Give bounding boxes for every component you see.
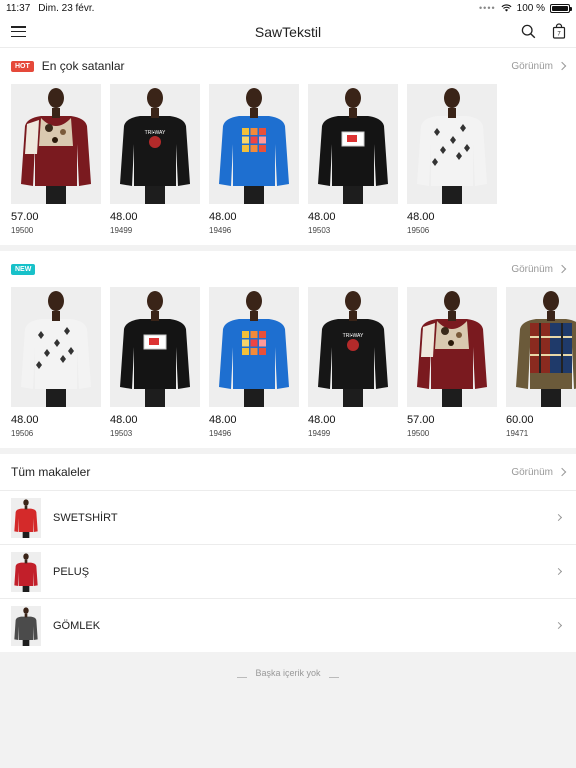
svg-text:7: 7: [557, 32, 561, 38]
product-price: 48.00: [11, 414, 39, 426]
category-thumbnail: [11, 605, 41, 646]
status-time: 11:37: [6, 2, 31, 14]
product-code: 19506: [407, 226, 430, 235]
status-bar: 11:37 Dim. 23 févr. •••• 100 %: [0, 0, 576, 16]
section-title: En çok satanlar: [41, 59, 125, 73]
product-code: 19471: [506, 429, 529, 438]
product-card[interactable]: 48.00 19506: [407, 84, 497, 235]
category-thumbnail: [11, 497, 41, 538]
chevron-right-icon: [557, 467, 567, 477]
chevron-right-icon: [554, 513, 563, 522]
category-thumbnail: [11, 551, 41, 592]
category-item[interactable]: PELUŞ: [0, 544, 576, 598]
product-card[interactable]: 48.00 19503: [110, 287, 200, 438]
view-all-link[interactable]: Görünüm: [511, 61, 567, 72]
footer-text: Başka içerik yok: [255, 668, 321, 678]
chevron-right-icon: [557, 61, 567, 71]
product-code: 19499: [308, 429, 331, 438]
status-date: Dim. 23 févr.: [38, 2, 95, 14]
product-code: 19499: [110, 226, 133, 235]
articles-section: Tüm makaleler Görünüm SWETSHİRT PELUŞ GÖ…: [0, 454, 576, 652]
product-card[interactable]: 57.00 19500: [11, 84, 101, 235]
product-price: 48.00: [110, 211, 138, 223]
bestsellers-section: HOT En çok satanlar Görünüm 57.00 19500 T…: [0, 48, 576, 245]
product-image[interactable]: [506, 287, 576, 407]
shopping-bag-icon[interactable]: 7: [552, 23, 566, 39]
product-image[interactable]: [209, 287, 299, 407]
product-card[interactable]: TRI▪WAY 48.00 19499: [110, 84, 200, 235]
product-code: 19503: [110, 429, 133, 438]
new-header: NEW Görünüm: [0, 251, 576, 287]
chevron-right-icon: [554, 621, 563, 630]
view-all-link[interactable]: Görünüm: [511, 467, 567, 478]
hot-badge: HOT: [11, 60, 34, 72]
product-card[interactable]: 60.00 19471: [506, 287, 576, 438]
product-price: 48.00: [308, 414, 336, 426]
product-carousel[interactable]: 48.00 19506 48.00 19503 48.00 19496 TRI▪WAY…: [0, 287, 576, 438]
product-carousel[interactable]: 57.00 19500 TRI▪WAY 48.00 19499 48.00 19496…: [0, 84, 576, 235]
product-image[interactable]: [308, 84, 398, 204]
product-price: 48.00: [209, 414, 237, 426]
svg-text:TRI▪WAY: TRI▪WAY: [343, 333, 364, 339]
end-of-content: Başka içerik yok: [0, 652, 576, 678]
product-code: 19500: [11, 226, 34, 235]
product-image[interactable]: [209, 84, 299, 204]
product-price: 60.00: [506, 414, 534, 426]
product-image[interactable]: [11, 287, 101, 407]
product-price: 57.00: [407, 414, 435, 426]
product-code: 19496: [209, 226, 232, 235]
category-name: GÖMLEK: [53, 619, 101, 632]
product-card[interactable]: TRI▪WAY 48.00 19499: [308, 287, 398, 438]
product-image[interactable]: [110, 287, 200, 407]
category-name: SWETSHİRT: [53, 511, 118, 524]
category-name: PELUŞ: [53, 565, 90, 578]
new-section: NEW Görünüm 48.00 19506 48.00 19503 48.00 1…: [0, 251, 576, 448]
product-price: 57.00: [11, 211, 39, 223]
new-badge: NEW: [11, 263, 36, 275]
product-code: 19496: [209, 429, 232, 438]
view-all-link[interactable]: Görünüm: [511, 264, 567, 275]
product-card[interactable]: 48.00 19496: [209, 84, 299, 235]
product-price: 48.00: [407, 211, 435, 223]
category-item[interactable]: GÖMLEK: [0, 598, 576, 652]
category-item[interactable]: SWETSHİRT: [0, 490, 576, 544]
product-image[interactable]: TRI▪WAY: [110, 84, 200, 204]
signal-dots-icon: ••••: [479, 3, 496, 13]
product-image[interactable]: [11, 84, 101, 204]
chevron-right-icon: [557, 264, 567, 274]
product-code: 19500: [407, 429, 430, 438]
product-price: 48.00: [110, 414, 138, 426]
product-code: 19503: [308, 226, 331, 235]
bestsellers-header: HOT En çok satanlar Görünüm: [0, 48, 576, 84]
product-price: 48.00: [209, 211, 237, 223]
wifi-icon: [501, 4, 512, 12]
menu-icon[interactable]: [11, 26, 26, 37]
product-price: 48.00: [308, 211, 336, 223]
product-image[interactable]: [407, 287, 497, 407]
product-image[interactable]: [407, 84, 497, 204]
product-image[interactable]: TRI▪WAY: [308, 287, 398, 407]
search-icon[interactable]: [521, 24, 536, 39]
chevron-right-icon: [554, 567, 563, 576]
app-title: SawTekstil: [254, 23, 322, 40]
articles-header: Tüm makaleler Görünüm: [0, 454, 576, 490]
battery-icon: [550, 3, 572, 13]
navbar: SawTekstil 7: [0, 16, 576, 48]
product-card[interactable]: 48.00 19506: [11, 287, 101, 438]
section-title: Tüm makaleler: [11, 465, 91, 479]
battery-percent: 100 %: [516, 2, 545, 14]
product-card[interactable]: 48.00 19496: [209, 287, 299, 438]
svg-text:TRI▪WAY: TRI▪WAY: [145, 130, 166, 136]
product-code: 19506: [11, 429, 34, 438]
category-list: SWETSHİRT PELUŞ GÖMLEK: [0, 490, 576, 652]
product-card[interactable]: 57.00 19500: [407, 287, 497, 438]
product-card[interactable]: 48.00 19503: [308, 84, 398, 235]
